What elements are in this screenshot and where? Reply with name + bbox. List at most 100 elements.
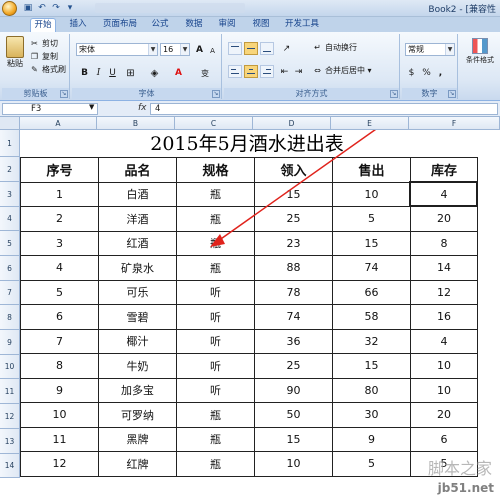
row-header[interactable]: 6	[0, 256, 20, 281]
cell-name[interactable]: 可乐	[98, 279, 177, 305]
cell-name[interactable]: 黑牌	[98, 426, 177, 452]
sheet-title[interactable]: 2015年5月酒水进出表	[20, 130, 474, 158]
increase-indent-icon[interactable]: ⇥	[292, 65, 305, 78]
cell-name[interactable]: 红酒	[98, 230, 177, 256]
cell-seq[interactable]: 2	[20, 206, 99, 232]
cell-in[interactable]: 15	[254, 181, 333, 207]
cell-in[interactable]: 23	[254, 230, 333, 256]
cell-stock[interactable]: 6	[410, 426, 478, 452]
cell-name[interactable]: 红牌	[98, 451, 177, 477]
fill-color-icon[interactable]: ◈	[148, 66, 161, 79]
row-header[interactable]: 9	[0, 330, 20, 355]
cell-in[interactable]: 25	[254, 353, 333, 379]
bold-button[interactable]: B	[78, 66, 91, 79]
tab-data[interactable]: 数据	[182, 18, 206, 32]
row-header[interactable]: 1	[0, 130, 20, 157]
cell-name[interactable]: 白酒	[98, 181, 177, 207]
conditional-format-button[interactable]: 条件格式	[462, 38, 498, 66]
wrap-text-button[interactable]: ↵ 自动换行	[312, 42, 357, 54]
name-box[interactable]: F3	[2, 103, 98, 115]
tab-view[interactable]: 视图	[249, 18, 273, 32]
cell-in[interactable]: 88	[254, 255, 333, 281]
cell-seq[interactable]: 6	[20, 304, 99, 330]
merge-center-button[interactable]: ⇔ 合并后居中 ▾	[312, 65, 371, 77]
cell-spec[interactable]: 瓶	[176, 206, 255, 232]
header-cell-stock[interactable]: 库存	[410, 157, 478, 183]
cell-seq[interactable]: 5	[20, 279, 99, 305]
header-cell-sold[interactable]: 售出	[332, 157, 411, 183]
row-header[interactable]: 5	[0, 231, 20, 256]
row-header[interactable]: 4	[0, 207, 20, 231]
cell-name[interactable]: 可罗纳	[98, 402, 177, 428]
worksheet-grid[interactable]: 2015年5月酒水进出表 序号 品名 规格 领入 售出 库存 1 白酒瓶 15 10 4…	[20, 130, 500, 499]
row-header[interactable]: 7	[0, 281, 20, 305]
align-center-button[interactable]	[244, 65, 258, 78]
align-right-button[interactable]	[260, 65, 274, 78]
alignment-launcher-icon[interactable]: ↘	[390, 90, 398, 98]
cell-spec[interactable]: 听	[176, 279, 255, 305]
cell-spec[interactable]: 瓶	[176, 402, 255, 428]
font-launcher-icon[interactable]: ↘	[212, 90, 220, 98]
cell-name[interactable]: 椰汁	[98, 328, 177, 354]
cell-stock[interactable]: 20	[410, 402, 478, 428]
cell-seq[interactable]: 4	[20, 255, 99, 281]
cell-sold[interactable]: 15	[332, 353, 411, 379]
number-format-select[interactable]: 常规 ▼	[405, 43, 455, 56]
font-name-select[interactable]: 宋体 ▼	[76, 43, 158, 56]
cell-seq[interactable]: 9	[20, 377, 99, 403]
cell-sold[interactable]: 9	[332, 426, 411, 452]
cell-sold[interactable]: 5	[332, 206, 411, 232]
grow-font-button[interactable]: A	[193, 43, 206, 56]
row-header[interactable]: 8	[0, 305, 20, 330]
shrink-font-button[interactable]: A	[206, 44, 219, 57]
column-header-e[interactable]: E	[331, 117, 409, 130]
cell-spec[interactable]: 瓶	[176, 255, 255, 281]
cell-sold[interactable]: 58	[332, 304, 411, 330]
cell-seq[interactable]: 3	[20, 230, 99, 256]
redo-icon[interactable]: ↷	[50, 2, 62, 14]
cell-name[interactable]: 雪碧	[98, 304, 177, 330]
row-header[interactable]: 13	[0, 429, 20, 454]
cell-spec[interactable]: 瓶	[176, 230, 255, 256]
column-header-b[interactable]: B	[97, 117, 175, 130]
undo-icon[interactable]: ↶	[36, 2, 48, 14]
cell-seq[interactable]: 11	[20, 426, 99, 452]
save-icon[interactable]: ▣	[22, 2, 34, 14]
tab-formulas[interactable]: 公式	[148, 18, 172, 32]
number-launcher-icon[interactable]: ↘	[448, 90, 456, 98]
formula-input[interactable]: 4	[150, 103, 498, 115]
cell-stock[interactable]: 8	[410, 230, 478, 256]
cell-spec[interactable]: 听	[176, 328, 255, 354]
column-header-c[interactable]: C	[175, 117, 253, 130]
cell-sold[interactable]: 15	[332, 230, 411, 256]
align-bottom-button[interactable]	[260, 42, 274, 55]
cell-seq[interactable]: 1	[20, 181, 99, 207]
cell-spec[interactable]: 瓶	[176, 426, 255, 452]
align-top-button[interactable]	[228, 42, 242, 55]
cell-spec[interactable]: 听	[176, 304, 255, 330]
header-cell-name[interactable]: 品名	[98, 157, 177, 183]
cell-stock[interactable]: 10	[410, 353, 478, 379]
cell-in[interactable]: 25	[254, 206, 333, 232]
cell-in[interactable]: 15	[254, 426, 333, 452]
column-header-a[interactable]: A	[20, 117, 97, 130]
cell-stock[interactable]: 4	[410, 328, 478, 354]
cell-name[interactable]: 牛奶	[98, 353, 177, 379]
office-button[interactable]	[2, 1, 17, 16]
clipboard-launcher-icon[interactable]: ↘	[60, 90, 68, 98]
cell-sold[interactable]: 74	[332, 255, 411, 281]
tab-insert[interactable]: 插入	[66, 18, 90, 32]
column-header-f[interactable]: F	[409, 117, 500, 130]
cell-seq[interactable]: 10	[20, 402, 99, 428]
qat-dropdown-icon[interactable]: ▾	[64, 2, 76, 14]
cell-spec[interactable]: 听	[176, 377, 255, 403]
header-cell-spec[interactable]: 规格	[176, 157, 255, 183]
fx-icon[interactable]: fx	[138, 103, 147, 113]
row-header[interactable]: 12	[0, 404, 20, 429]
cell-sold[interactable]: 30	[332, 402, 411, 428]
cell-seq[interactable]: 8	[20, 353, 99, 379]
cell-sold[interactable]: 5	[332, 451, 411, 477]
cell-in[interactable]: 78	[254, 279, 333, 305]
row-header[interactable]: 11	[0, 379, 20, 404]
align-middle-button[interactable]	[244, 42, 258, 55]
